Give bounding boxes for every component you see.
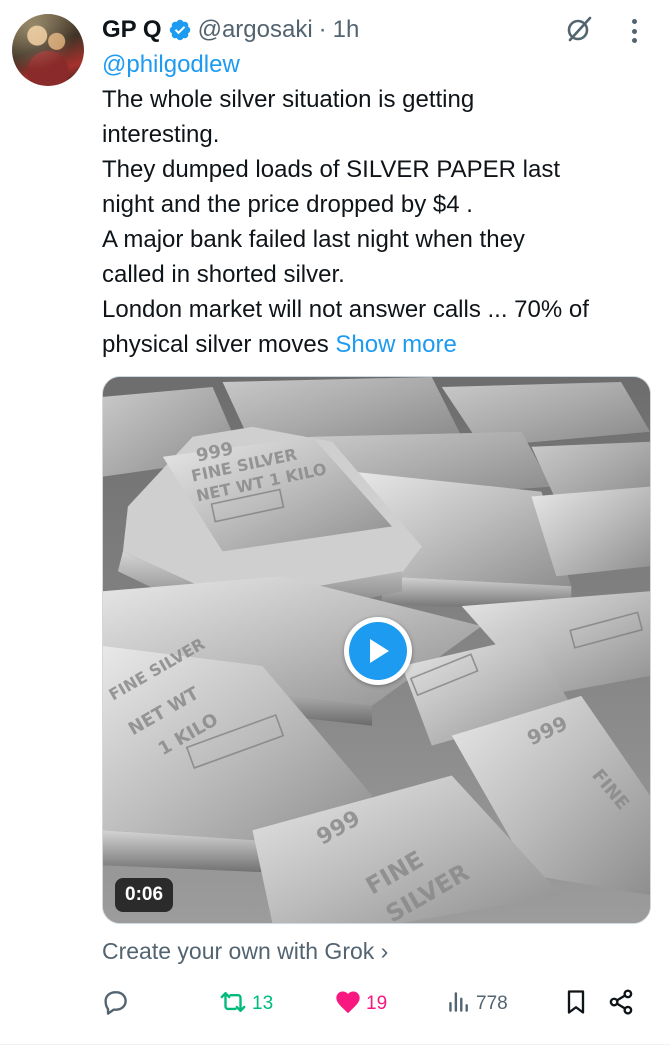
views-count: 778 <box>476 993 508 1014</box>
like-button[interactable]: 19 <box>334 986 387 1022</box>
separator-dot: · <box>318 16 327 43</box>
tweet-text-line: night and the price dropped by $4 . <box>102 191 473 218</box>
tweet-text-line: A major bank failed last night when they <box>102 226 525 253</box>
divider <box>0 1044 670 1045</box>
chevron-right-icon: › <box>380 938 389 964</box>
tweet-text-line: physical silver moves Show more <box>102 327 662 362</box>
grok-create-link[interactable]: Create your own with Grok › <box>102 934 388 968</box>
tweet-text-line: They dumped loads of SILVER PAPER last <box>102 156 561 183</box>
tweet-text: The whole silver situation is getting in… <box>102 82 662 362</box>
tweet-text-line: The whole silver situation is getting <box>102 86 475 113</box>
share-button[interactable] <box>606 986 636 1022</box>
video-duration: 0:06 <box>115 878 174 912</box>
tweet-header: GP Q @argosaki · 1h <box>102 12 359 48</box>
tweet-text-last: physical silver moves <box>102 331 329 358</box>
tweet-text-line: London market will not answer calls ... … <box>102 296 589 323</box>
tweet-text-line: interesting. <box>102 121 220 148</box>
display-name[interactable]: GP Q <box>102 16 162 44</box>
views-icon <box>446 988 472 1021</box>
share-icon <box>606 987 636 1022</box>
repost-button[interactable]: 13 <box>218 986 273 1022</box>
reply-button[interactable] <box>100 986 134 1022</box>
tweet-text-line: called in shorted silver. <box>102 261 345 288</box>
grok-link-label: Create your own with Grok <box>102 938 375 964</box>
play-button[interactable] <box>344 617 412 685</box>
repost-count: 13 <box>252 993 274 1014</box>
like-count: 19 <box>366 993 388 1014</box>
verified-badge-icon <box>168 18 192 42</box>
more-icon[interactable] <box>624 16 644 46</box>
show-more-link[interactable]: Show more <box>335 331 456 358</box>
handle[interactable]: @argosaki <box>198 16 313 44</box>
play-icon <box>349 622 407 680</box>
reply-icon <box>100 987 130 1022</box>
grok-icon[interactable] <box>562 12 596 46</box>
avatar[interactable] <box>12 14 84 86</box>
bookmark-icon <box>562 987 590 1022</box>
views-button[interactable]: 778 <box>446 986 508 1022</box>
heart-icon <box>334 988 362 1021</box>
reply-to-mention[interactable]: @philgodlew <box>102 48 240 82</box>
action-bar: 13 19 778 <box>100 986 650 1022</box>
timestamp[interactable]: 1h <box>333 16 360 44</box>
video-player[interactable]: 999 FINE SILVER NET WT 1 KILO NET WT 1 K… <box>102 376 651 924</box>
bookmark-button[interactable] <box>562 986 590 1022</box>
repost-icon <box>218 987 248 1022</box>
